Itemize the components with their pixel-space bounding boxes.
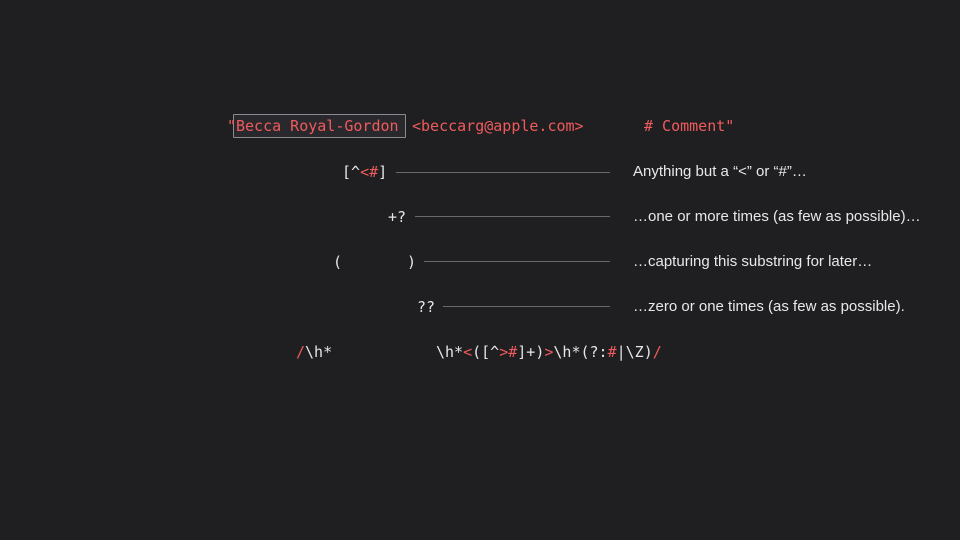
regex-lt: <: [463, 343, 473, 361]
sample-email: <beccarg@apple.com>: [412, 117, 584, 135]
connector-line-3: [424, 261, 610, 262]
regex-alt-end: |\Z): [616, 343, 653, 361]
pattern-char-class-open: [^: [342, 163, 361, 181]
pattern-char-class: [^<#]: [342, 162, 387, 182]
regex-open-slash: /: [296, 343, 306, 361]
pattern-lazy-plus: +?: [388, 208, 407, 226]
pattern-char-class-excluded: <#: [360, 163, 379, 181]
description-4: …zero or one times (as few as possible).: [633, 298, 905, 315]
pattern-group-close: ): [407, 253, 417, 271]
regex-close-slash: /: [652, 343, 662, 361]
regex-leading-whitespace: \h*: [305, 343, 333, 361]
regex-whitespace-2: \h*: [436, 343, 464, 361]
connector-line-4: [443, 306, 610, 307]
pattern-group-open: (: [333, 253, 343, 271]
regex-group-close: ]+): [517, 343, 545, 361]
regex-start: /\h*: [296, 342, 332, 362]
regex-hash: #: [607, 343, 617, 361]
connector-line-2: [415, 216, 610, 217]
regex-excluded-chars: >#: [499, 343, 518, 361]
description-2: …one or more times (as few as possible)…: [633, 208, 921, 225]
pattern-lazy-optional: ??: [417, 298, 436, 316]
regex-noncapture-open: \h*(?:: [553, 343, 608, 361]
sample-name-matched: Becca Royal-Gordon: [236, 117, 399, 135]
connector-line-1: [396, 172, 610, 173]
regex-group-open: ([^: [472, 343, 500, 361]
pattern-char-class-close: ]: [378, 163, 388, 181]
sample-comment: # Comment": [644, 117, 735, 135]
description-1: Anything but a “<” or “#”…: [633, 163, 807, 180]
sample-open-quote: ": [227, 117, 237, 135]
regex-rest: \h*<([^>#]+)>\h*(?:#|\Z)/: [436, 342, 662, 362]
description-3: …capturing this substring for later…: [633, 253, 873, 270]
